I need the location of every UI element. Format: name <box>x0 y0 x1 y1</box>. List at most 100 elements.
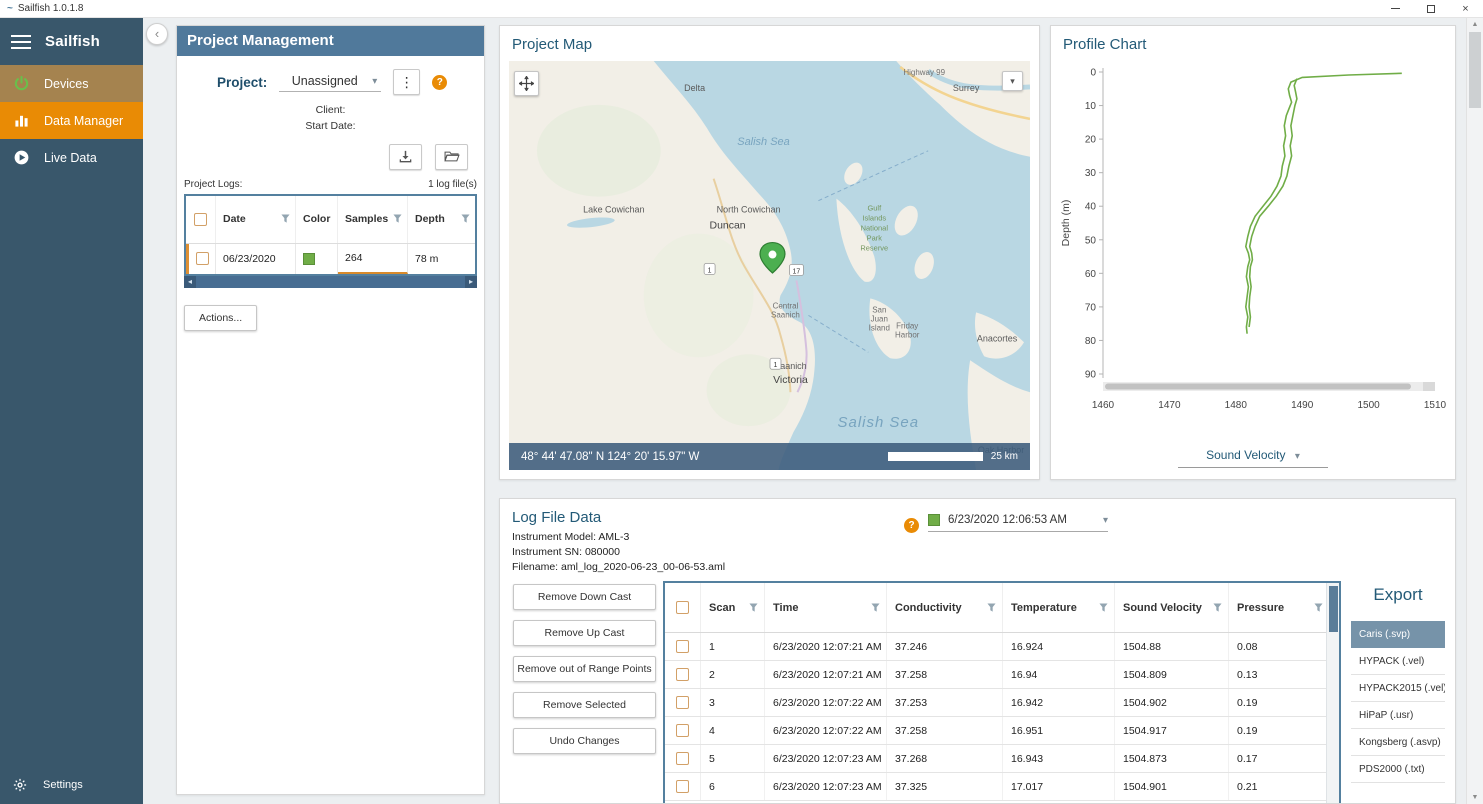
table-row[interactable]: 56/23/2020 12:07:23 AM37.26816.9431504.8… <box>665 745 1326 773</box>
scroll-up-arrow[interactable]: ▲ <box>1467 21 1483 28</box>
filter-icon[interactable] <box>871 603 880 613</box>
column-header-color[interactable]: Color <box>296 196 338 243</box>
export-format-item[interactable]: HYPACK (.vel) <box>1351 648 1445 675</box>
chart-scrollbar-thumb[interactable] <box>1105 384 1411 390</box>
column-header-conductivity[interactable]: Conductivity <box>887 583 1003 632</box>
svg-text:40: 40 <box>1085 202 1097 213</box>
cell: 5 <box>701 745 765 772</box>
column-header-depth[interactable]: Depth <box>408 196 475 243</box>
scrollbar-thumb[interactable] <box>1329 586 1338 632</box>
hamburger-menu-icon[interactable] <box>11 35 31 49</box>
filter-icon[interactable] <box>1213 603 1222 613</box>
sidebar-item-data-manager[interactable]: Data Manager <box>0 102 143 139</box>
undo-changes-button[interactable]: Undo Changes <box>513 728 656 754</box>
project-dropdown[interactable]: Unassigned ▾ <box>279 72 381 92</box>
horizontal-scrollbar[interactable]: ◂ ▸ <box>184 276 477 288</box>
table-row[interactable]: 46/23/2020 12:07:22 AM37.25816.9511504.9… <box>665 717 1326 745</box>
filter-icon[interactable] <box>281 214 290 224</box>
scroll-right-arrow[interactable]: ▸ <box>465 276 477 288</box>
sidebar-item-settings[interactable]: Settings <box>0 772 83 798</box>
cell: 6/23/2020 12:07:22 AM <box>765 689 887 716</box>
open-folder-button[interactable] <box>435 144 468 170</box>
column-header-scan[interactable]: Scan <box>701 583 765 632</box>
map-label: Anacortes <box>977 333 1018 343</box>
filter-icon[interactable] <box>461 214 470 224</box>
scroll-down-arrow[interactable]: ▼ <box>1467 794 1483 801</box>
maximize-button[interactable] <box>1413 0 1448 17</box>
filter-icon[interactable] <box>1314 603 1323 613</box>
export-format-item[interactable]: PDS2000 (.txt) <box>1351 756 1445 783</box>
map-label: Park <box>867 234 883 243</box>
sidebar: Sailfish Devices Data Manager Live Data … <box>0 18 143 804</box>
client-label: Client: <box>177 102 484 118</box>
export-format-item[interactable]: Kongsberg (.asvp) <box>1351 729 1445 756</box>
chart-variable-dropdown[interactable]: Sound Velocity ▾ <box>1178 448 1328 468</box>
column-header-pressure[interactable]: Pressure <box>1229 583 1330 632</box>
table-row[interactable]: 26/23/2020 12:07:21 AM37.25816.941504.80… <box>665 661 1326 689</box>
import-log-button[interactable] <box>389 144 422 170</box>
filter-icon[interactable] <box>1099 603 1108 613</box>
scroll-left-arrow[interactable]: ◂ <box>184 276 196 288</box>
help-icon[interactable]: ? <box>904 518 919 533</box>
map-label: Island <box>869 323 890 332</box>
row-checkbox[interactable] <box>676 640 689 653</box>
table-row[interactable]: 66/23/2020 12:07:23 AM37.32517.0171504.9… <box>665 773 1326 801</box>
column-header-time[interactable]: Time <box>765 583 887 632</box>
remove-out-of-range-points-button[interactable]: Remove out of Range Points <box>513 656 656 682</box>
row-checkbox[interactable] <box>676 724 689 737</box>
log-file-dropdown[interactable]: 6/23/2020 12:06:53 AM ▾ <box>928 514 1108 532</box>
map-layers-dropdown[interactable]: ▾ <box>1002 71 1023 91</box>
help-icon[interactable]: ? <box>432 75 447 90</box>
row-checkbox[interactable] <box>676 696 689 709</box>
column-header-sound-velocity[interactable]: Sound Velocity <box>1115 583 1229 632</box>
table-vertical-scrollbar[interactable] <box>1326 583 1339 803</box>
export-format-item[interactable]: HYPACK2015 (.vel) <box>1351 675 1445 702</box>
log-count: 1 log file(s) <box>428 179 477 190</box>
row-checkbox[interactable] <box>196 252 209 265</box>
row-checkbox[interactable] <box>676 780 689 793</box>
select-all-checkbox[interactable] <box>194 213 207 226</box>
close-button[interactable]: × <box>1448 0 1483 17</box>
row-checkbox[interactable] <box>676 752 689 765</box>
export-format-item[interactable]: HiPaP (.usr) <box>1351 702 1445 729</box>
export-format-item[interactable]: Caris (.svp) <box>1351 621 1445 648</box>
cell: 0.08 <box>1229 633 1326 660</box>
scrollbar-thumb[interactable] <box>1469 32 1481 108</box>
row-checkbox[interactable] <box>676 668 689 681</box>
remove-up-cast-button[interactable]: Remove Up Cast <box>513 620 656 646</box>
table-row[interactable]: 16/23/2020 12:07:21 AM37.24616.9241504.8… <box>665 633 1326 661</box>
sidebar-item-devices[interactable]: Devices <box>0 65 143 102</box>
map-label: Delta <box>684 83 705 93</box>
cell: 37.325 <box>887 773 1003 800</box>
remove-selected-button[interactable]: Remove Selected <box>513 692 656 718</box>
table-row[interactable]: 36/23/2020 12:07:22 AM37.25316.9421504.9… <box>665 689 1326 717</box>
column-header-temperature[interactable]: Temperature <box>1003 583 1115 632</box>
window-title: Sailfish 1.0.1.8 <box>18 3 84 14</box>
log-color-swatch[interactable] <box>303 253 315 265</box>
export-title: Export <box>1351 585 1445 605</box>
map-canvas[interactable]: Salish SeaDeltaHighway 99SurreyLake Cowi… <box>509 61 1030 470</box>
filter-icon[interactable] <box>987 603 996 613</box>
collapse-panel-button[interactable]: ‹ <box>146 23 168 45</box>
table-row[interactable]: 06/23/2020 264 78 m <box>186 244 475 274</box>
window-scrollbar[interactable]: ▲ ▼ <box>1466 18 1483 804</box>
column-header-samples[interactable]: Samples <box>338 196 408 243</box>
cell: 0.19 <box>1229 717 1326 744</box>
map-pan-button[interactable] <box>514 71 539 96</box>
actions-button[interactable]: Actions... <box>184 305 257 331</box>
filter-icon[interactable] <box>393 214 402 224</box>
profile-chart[interactable]: 0102030405060708090146014701480149015001… <box>1055 64 1453 416</box>
minimize-button[interactable] <box>1378 0 1413 17</box>
sidebar-item-live-data[interactable]: Live Data <box>0 139 143 176</box>
chart-variable-value: Sound Velocity <box>1206 448 1285 462</box>
project-menu-button[interactable]: ⋮ <box>393 69 420 95</box>
map-label: Reserve <box>860 244 888 253</box>
cell: 16.943 <box>1003 745 1115 772</box>
column-header-date[interactable]: Date <box>216 196 296 243</box>
filter-icon[interactable] <box>749 603 758 613</box>
remove-down-cast-button[interactable]: Remove Down Cast <box>513 584 656 610</box>
map-area[interactable]: Salish SeaDeltaHighway 99SurreyLake Cowi… <box>509 61 1030 470</box>
select-all-checkbox[interactable] <box>676 601 689 614</box>
project-logs-table: Date Color Samples Depth 06/23/2020 264 … <box>184 194 477 276</box>
svg-text:1470: 1470 <box>1158 400 1181 411</box>
